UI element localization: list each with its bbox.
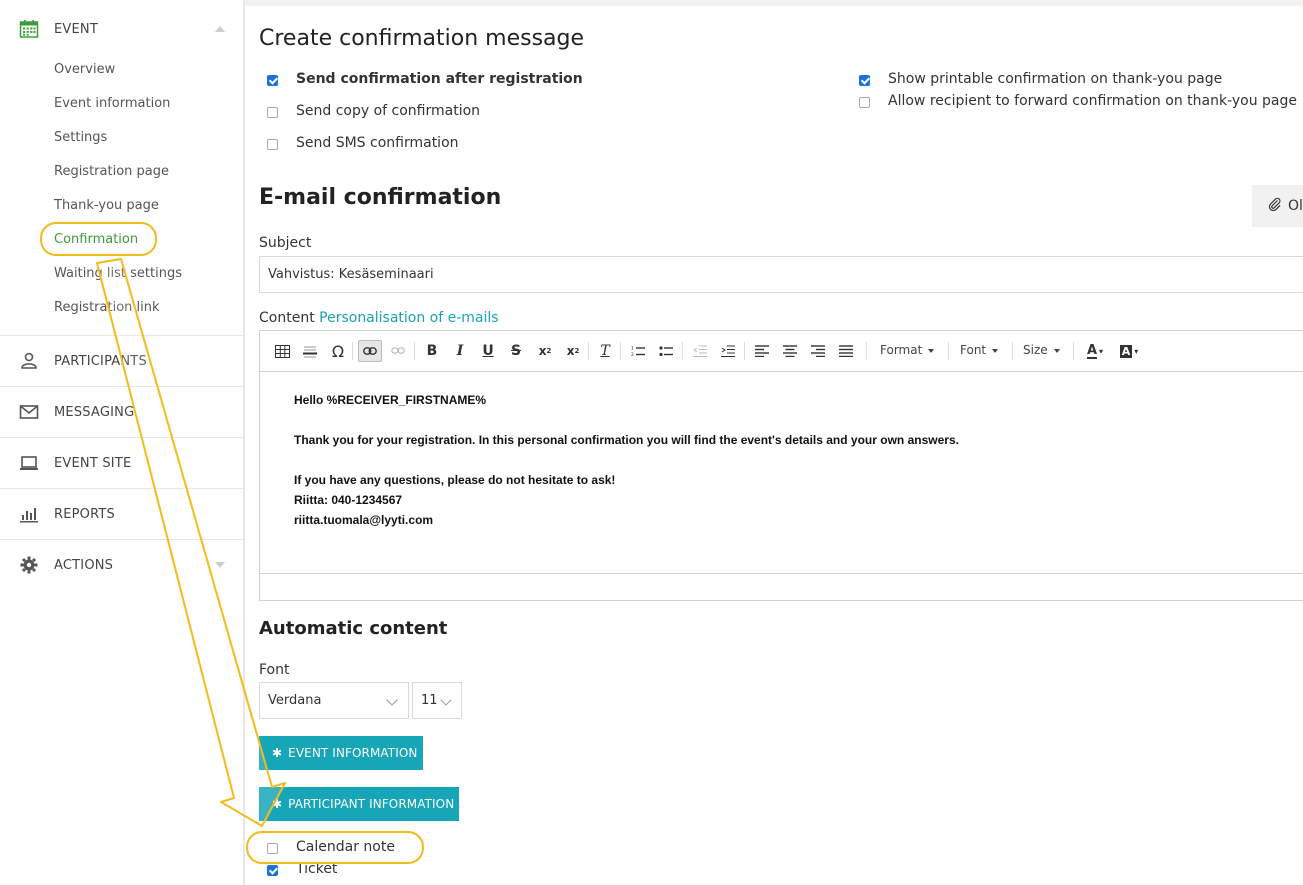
annotation-arrow xyxy=(96,258,286,827)
